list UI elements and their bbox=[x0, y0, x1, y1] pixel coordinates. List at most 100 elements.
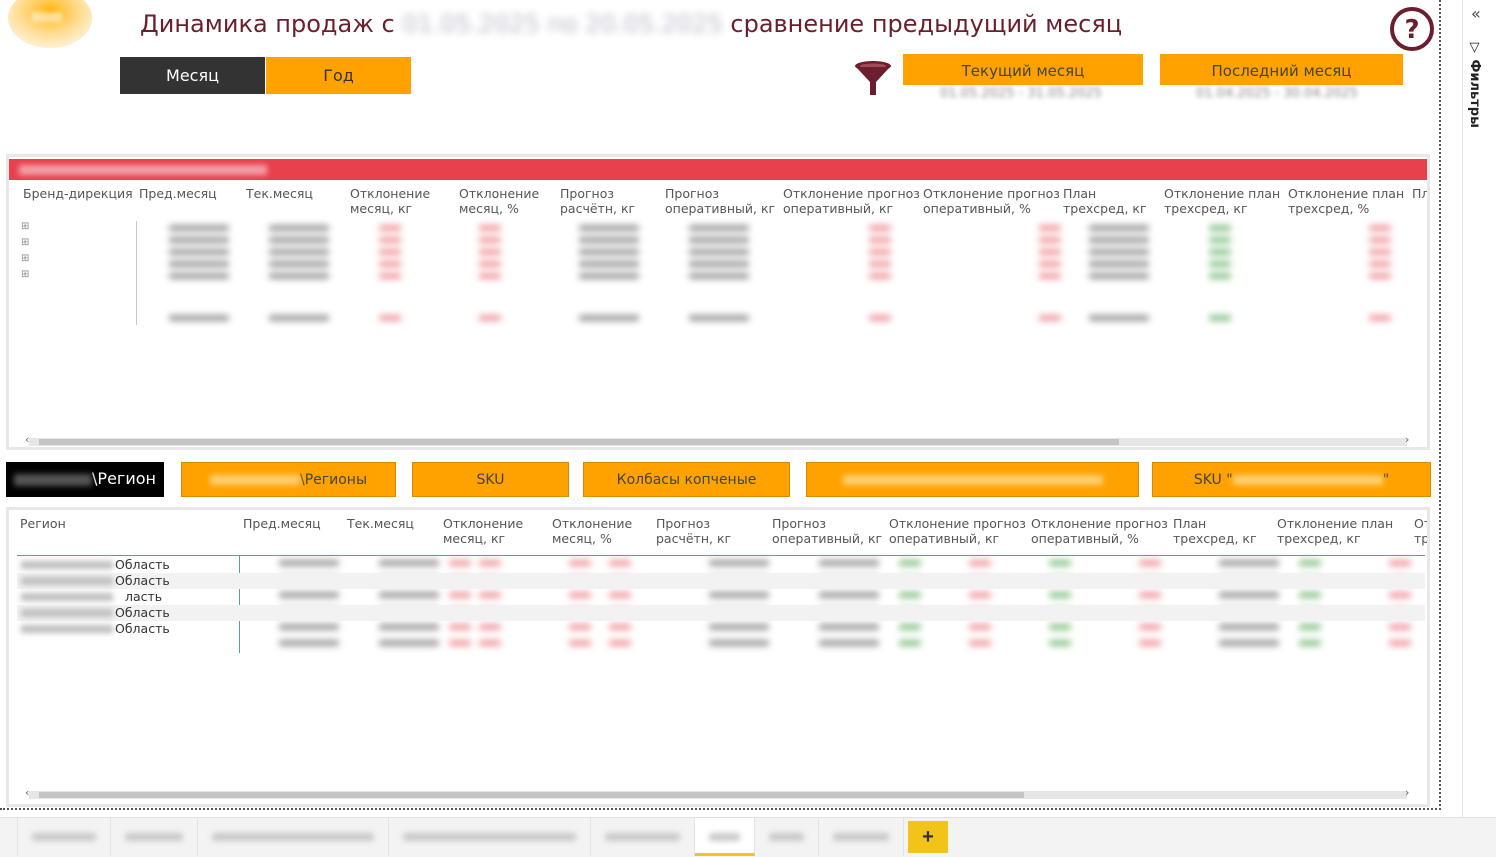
redacted-cell bbox=[379, 237, 401, 243]
page-tab[interactable] bbox=[111, 818, 198, 856]
product-group-nav-button[interactable] bbox=[806, 462, 1139, 497]
redacted-cell bbox=[609, 640, 631, 646]
last-month-button[interactable]: Последний месяц bbox=[1160, 54, 1403, 85]
column-header[interactable]: Отклонение месяц, кг bbox=[443, 516, 523, 546]
sku-nav-button[interactable]: SKU bbox=[412, 462, 569, 497]
column-header[interactable]: Отклонение прогноз оперативный, % bbox=[923, 186, 1060, 216]
redacted-cell bbox=[579, 237, 639, 243]
filters-pane-label[interactable]: ▽ Фильтры bbox=[1467, 40, 1482, 128]
redacted-cell bbox=[869, 225, 891, 231]
column-header[interactable]: Пл bbox=[1412, 186, 1427, 201]
column-header[interactable]: Прогноз расчётн, кг bbox=[560, 186, 635, 216]
column-header[interactable]: Отклтрех bbox=[1414, 516, 1427, 546]
regions-nav-button[interactable]: \Регионы bbox=[181, 462, 396, 497]
region-suffix: Область bbox=[115, 573, 170, 588]
column-header[interactable]: Отклонение план трехсред, кг bbox=[1164, 186, 1280, 216]
redacted-cell bbox=[1369, 273, 1391, 279]
page-tab[interactable] bbox=[198, 818, 389, 856]
column-header[interactable]: Отклонение план трехсред, % bbox=[1288, 186, 1404, 216]
page-tab[interactable] bbox=[389, 818, 591, 856]
redacted-cell bbox=[689, 249, 749, 255]
redacted-cell bbox=[449, 640, 471, 646]
page-tab[interactable] bbox=[819, 818, 904, 856]
column-header[interactable]: Прогноз оперативный, кг bbox=[665, 186, 775, 216]
title-suffix: сравнение предыдущий месяц bbox=[730, 10, 1123, 38]
filter-funnel-icon[interactable] bbox=[853, 58, 893, 98]
expand-icon[interactable]: ⊞ bbox=[21, 253, 29, 264]
header-underline bbox=[17, 555, 1425, 556]
filters-pane[interactable]: « ▽ Фильтры bbox=[1462, 0, 1496, 817]
redacted-cell bbox=[1369, 225, 1391, 231]
redacted-cell bbox=[1039, 273, 1061, 279]
redacted-cell bbox=[579, 315, 639, 321]
current-month-range: 01.05.2025 - 31.05.2025 bbox=[940, 86, 1102, 101]
page-title: Динамика продаж с 01.05.2025 по 20.05.20… bbox=[140, 10, 1122, 38]
scroll-left-icon[interactable]: ‹ bbox=[25, 433, 29, 446]
title-prefix: Динамика продаж с bbox=[140, 10, 395, 38]
column-header[interactable]: Отклонение месяц, кг bbox=[350, 186, 430, 216]
table2-scrollbar[interactable] bbox=[29, 791, 1407, 799]
column-header[interactable]: Отклонение месяц, % bbox=[552, 516, 632, 546]
redacted-cell bbox=[479, 315, 501, 321]
column-header[interactable]: План трехсред, кг bbox=[1063, 186, 1147, 216]
scroll-left-icon[interactable]: ‹ bbox=[25, 786, 29, 799]
region-row[interactable]: Область bbox=[17, 621, 1425, 637]
scroll-right-icon[interactable]: › bbox=[1405, 786, 1409, 799]
redacted-cell bbox=[689, 315, 749, 321]
column-header[interactable]: Бренд-дирекция bbox=[23, 186, 133, 201]
expand-icon[interactable]: ⊞ bbox=[21, 237, 29, 248]
region-row[interactable]: Область bbox=[17, 557, 1425, 573]
redacted-cell bbox=[869, 249, 891, 255]
redacted-cell bbox=[269, 273, 329, 279]
tabs-scroll-left-icon[interactable] bbox=[0, 818, 18, 856]
region-nav-button[interactable]: \Регион bbox=[6, 462, 164, 497]
page-tab[interactable] bbox=[18, 818, 111, 856]
column-header[interactable]: Отклонение прогноз оперативный, кг bbox=[889, 516, 1026, 546]
column-header[interactable]: Пред.месяц bbox=[243, 516, 321, 531]
column-header[interactable]: Тек.месяц bbox=[347, 516, 414, 531]
column-header[interactable]: План трехсред, кг bbox=[1173, 516, 1257, 546]
page-tab[interactable] bbox=[755, 818, 819, 856]
region-suffix: Область bbox=[115, 621, 170, 636]
double-chevron-left-icon[interactable]: « bbox=[1471, 4, 1481, 23]
redacted-cell bbox=[869, 273, 891, 279]
year-toggle-button[interactable]: Год bbox=[266, 57, 411, 94]
column-header[interactable]: Отклонение прогноз оперативный, кг bbox=[783, 186, 920, 216]
region-matrix[interactable]: Регион Пред.месяц Тек.месяц Отклонение месяц… bbox=[6, 507, 1430, 807]
column-header[interactable]: Пред.месяц bbox=[139, 186, 217, 201]
page-tab-active[interactable] bbox=[695, 818, 755, 856]
redacted-cell bbox=[1209, 273, 1231, 279]
column-header[interactable]: Отклонение месяц, % bbox=[459, 186, 539, 216]
brand-direction-matrix[interactable]: Бренд-дирекция Пред.месяц Тек.месяц Отклоне… bbox=[6, 154, 1430, 450]
sku-product-nav-button[interactable]: SKU " " bbox=[1152, 462, 1431, 497]
scroll-right-icon[interactable]: › bbox=[1405, 433, 1409, 446]
column-header[interactable]: Тек.месяц bbox=[246, 186, 313, 201]
redacted-cell bbox=[379, 640, 439, 646]
redacted-cell bbox=[169, 225, 229, 231]
page-tab[interactable] bbox=[591, 818, 695, 856]
redacted-region-name bbox=[21, 593, 113, 601]
add-page-button[interactable]: + bbox=[908, 821, 948, 853]
expand-icon[interactable]: ⊞ bbox=[21, 221, 29, 232]
expand-icon[interactable]: ⊞ bbox=[21, 269, 29, 280]
region-row[interactable]: Область bbox=[17, 573, 1425, 589]
redacted-cell bbox=[1209, 225, 1231, 231]
redacted-cell bbox=[689, 273, 749, 279]
column-header[interactable]: Прогноз расчётн, кг bbox=[656, 516, 731, 546]
redacted-cell bbox=[1209, 315, 1231, 321]
month-toggle-button[interactable]: Месяц bbox=[120, 57, 265, 94]
current-month-button[interactable]: Текущий месяц bbox=[903, 54, 1143, 85]
last-month-range: 01.04.2025 - 30.04.2025 bbox=[1196, 86, 1358, 101]
redacted-cell bbox=[269, 249, 329, 255]
column-header[interactable]: Отклонение прогноз оперативный, % bbox=[1031, 516, 1168, 546]
redacted-cell bbox=[379, 249, 401, 255]
column-header[interactable]: Регион bbox=[20, 516, 66, 531]
column-header[interactable]: Прогноз оперативный, кг bbox=[772, 516, 882, 546]
help-icon[interactable]: ? bbox=[1389, 6, 1435, 52]
region-row[interactable]: ласть bbox=[17, 589, 1425, 605]
column-header[interactable]: Отклонение план трехсред, кг bbox=[1277, 516, 1393, 546]
region-row[interactable]: Область bbox=[17, 605, 1425, 621]
table1-scrollbar[interactable] bbox=[29, 438, 1407, 446]
smoked-sausage-nav-button[interactable]: Колбасы копченые bbox=[583, 462, 790, 497]
redacted-cell bbox=[969, 640, 991, 646]
